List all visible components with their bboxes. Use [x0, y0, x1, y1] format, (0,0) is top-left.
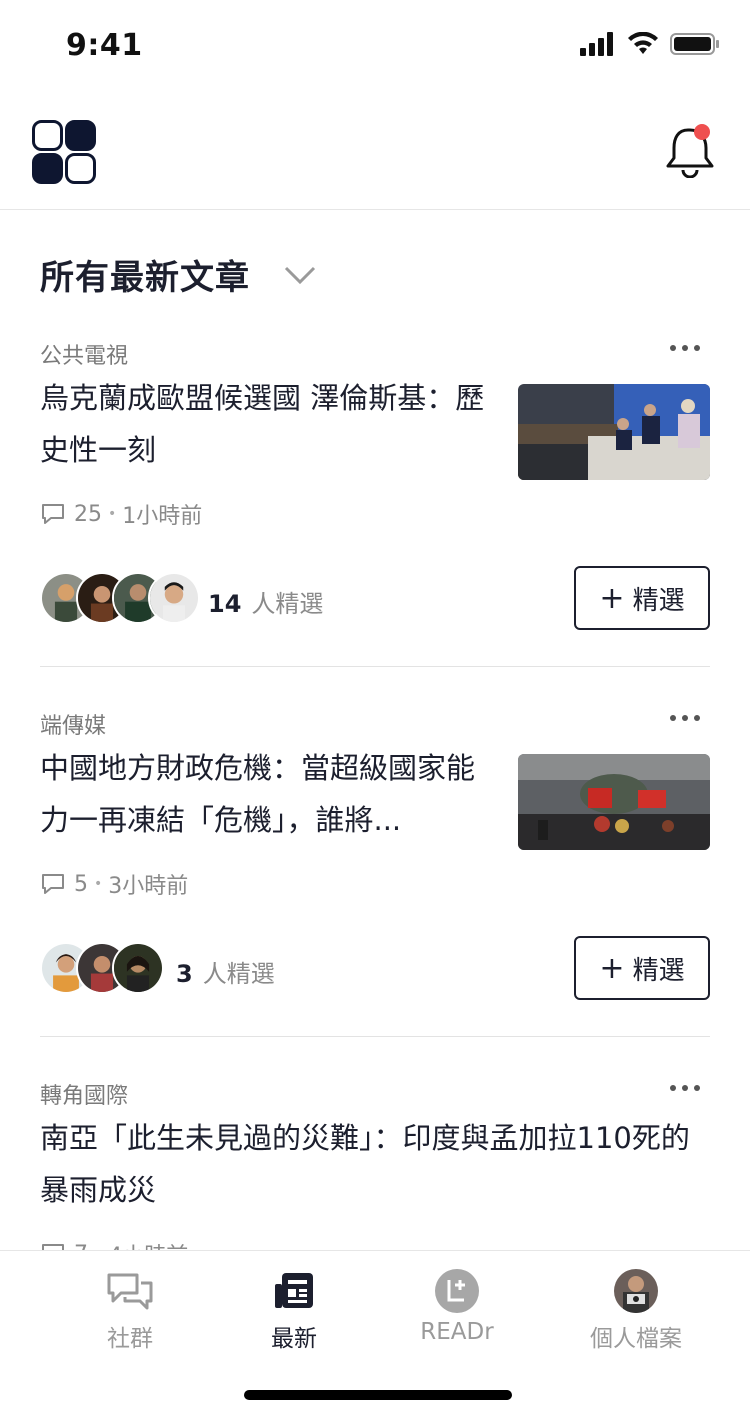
picker-avatars[interactable] — [40, 572, 200, 624]
comment-icon — [42, 874, 64, 894]
app-logo-icon[interactable] — [32, 120, 96, 184]
article-thumbnail[interactable] — [518, 754, 710, 850]
plus-icon: + — [599, 580, 625, 616]
profile-avatar-icon — [614, 1269, 658, 1313]
article-meta: 5 • 3小時前 — [40, 868, 188, 900]
notification-bell-icon[interactable] — [664, 122, 716, 178]
more-options-button[interactable] — [670, 712, 700, 724]
nav-item-latest[interactable]: 最新 — [246, 1269, 342, 1353]
pick-button[interactable]: + 精選 — [574, 566, 710, 630]
comment-count: 7 — [74, 1242, 88, 1251]
comment-count: 25 — [74, 501, 102, 527]
comment-count: 5 — [74, 871, 88, 897]
article-source[interactable]: 公共電視 — [40, 338, 128, 370]
article-title[interactable]: 南亞「此生未見過的災難」：印度與孟加拉110死的暴雨成災 — [40, 1112, 710, 1216]
nav-item-community[interactable]: 社群 — [82, 1269, 178, 1353]
avatar — [148, 572, 200, 624]
cellular-signal-icon — [580, 32, 613, 56]
published-time: 1小時前 — [122, 504, 203, 529]
readr-icon — [435, 1269, 479, 1313]
feed-filter[interactable]: 所有最新文章 — [40, 250, 316, 299]
pick-count: 14 人精選 — [208, 590, 324, 618]
more-options-button[interactable] — [670, 342, 700, 354]
article-source[interactable]: 端傳媒 — [40, 708, 106, 740]
nav-label: READr — [420, 1319, 494, 1345]
pick-row: 3 人精選 + 精選 — [40, 936, 710, 1000]
notification-dot — [694, 124, 710, 140]
status-icons — [580, 32, 720, 56]
plus-icon: + — [599, 950, 625, 986]
status-bar: 9:41 — [0, 0, 750, 92]
feed-title: 所有最新文章 — [40, 258, 250, 298]
article-card[interactable]: 轉角國際 南亞「此生未見過的災難」：印度與孟加拉110死的暴雨成災 7 • 4小… — [40, 1078, 710, 1250]
article-source[interactable]: 轉角國際 — [40, 1078, 128, 1110]
published-time: 3小時前 — [108, 874, 189, 899]
article-title[interactable]: 烏克蘭成歐盟候選國 澤倫斯基：歷史性一刻 — [40, 372, 490, 476]
published-time: 4小時前 — [108, 1238, 188, 1250]
nav-item-profile[interactable]: 個人檔案 — [574, 1269, 698, 1353]
meta-separator: • — [94, 876, 103, 892]
article-feed[interactable]: 所有最新文章 公共電視 烏克蘭成歐盟候選國 澤倫斯基：歷史性一刻 25 • 1小… — [0, 210, 750, 1250]
wifi-icon — [628, 32, 658, 54]
newspaper-icon — [275, 1273, 313, 1308]
app-header — [0, 92, 750, 210]
article-meta: 25 • 1小時前 — [40, 498, 202, 530]
status-time: 9:41 — [66, 28, 143, 63]
home-indicator[interactable] — [244, 1390, 512, 1400]
comment-icon — [42, 1244, 64, 1250]
battery-icon — [670, 33, 719, 55]
pick-row: 14 人精選 + 精選 — [40, 566, 710, 630]
divider — [40, 1036, 710, 1037]
avatar — [112, 942, 164, 994]
picker-avatars[interactable] — [40, 942, 164, 994]
comment-icon — [42, 504, 64, 524]
nav-label: 最新 — [271, 1326, 317, 1352]
article-card[interactable]: 公共電視 烏克蘭成歐盟候選國 澤倫斯基：歷史性一刻 25 • 1小時前 14 人… — [40, 338, 710, 668]
article-thumbnail[interactable] — [518, 384, 710, 480]
chevron-down-icon[interactable] — [284, 265, 316, 285]
chat-bubbles-icon — [107, 1273, 153, 1310]
divider — [40, 666, 710, 667]
article-meta: 7 • 4小時前 — [40, 1238, 188, 1250]
pick-count: 3 人精選 — [176, 960, 275, 988]
nav-label: 個人檔案 — [590, 1326, 682, 1352]
more-options-button[interactable] — [670, 1082, 700, 1094]
article-card[interactable]: 端傳媒 中國地方財政危機：當超級國家能力一再凍結「危機」，誰將... 5 • 3… — [40, 708, 710, 1038]
nav-label: 社群 — [107, 1326, 153, 1352]
article-title[interactable]: 中國地方財政危機：當超級國家能力一再凍結「危機」，誰將... — [40, 742, 490, 846]
pick-button[interactable]: + 精選 — [574, 936, 710, 1000]
nav-item-readr[interactable]: READr — [408, 1269, 506, 1345]
meta-separator: • — [108, 506, 117, 522]
